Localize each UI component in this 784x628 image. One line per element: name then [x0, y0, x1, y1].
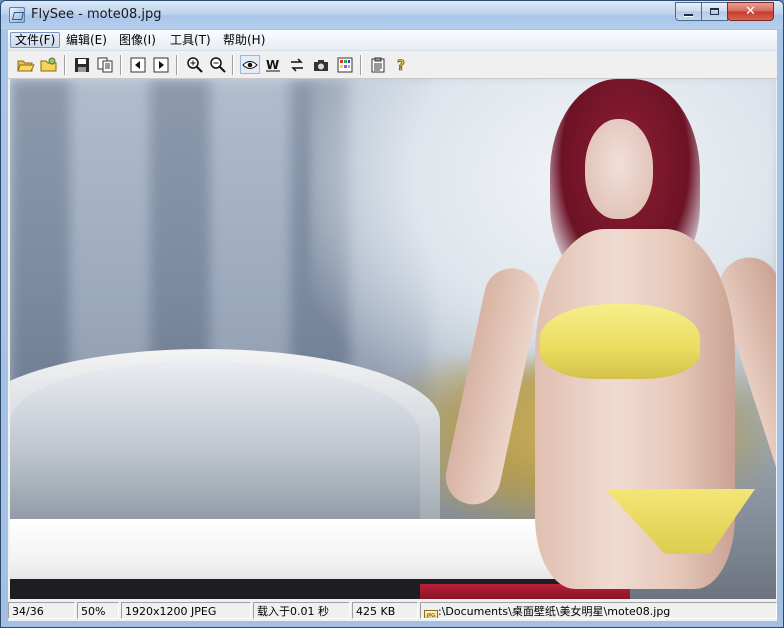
save-icon[interactable]	[72, 55, 92, 74]
palette-icon[interactable]	[335, 55, 355, 74]
open-folder-icon[interactable]	[16, 55, 36, 74]
minimize-icon	[684, 14, 693, 16]
toolbar-separator	[64, 55, 66, 75]
toolbar-separator	[176, 55, 178, 75]
app-window: FlySee - mote08.jpg ✕ 文件(F) 编辑(E) 图像(I) …	[0, 0, 784, 628]
previous-icon[interactable]	[128, 55, 148, 74]
toolbar-separator	[232, 55, 234, 75]
status-file-size: 425 KB	[352, 602, 418, 619]
minimize-button[interactable]	[675, 2, 702, 21]
toolbar-separator	[360, 55, 362, 75]
menu-image[interactable]: 图像(I)	[115, 32, 160, 48]
status-zoom: 50%	[77, 602, 119, 619]
zoom-out-icon[interactable]	[207, 55, 227, 74]
title-bar[interactable]: FlySee - mote08.jpg ✕	[1, 1, 783, 29]
maximize-button[interactable]	[701, 2, 728, 21]
status-file-path: JPG:\Documents\桌面壁纸\美女明星\mote08.jpg	[420, 602, 777, 619]
menu-help[interactable]: 帮助(H)	[219, 32, 269, 48]
photo-car-window	[10, 361, 420, 521]
zoom-in-icon[interactable]	[184, 55, 204, 74]
browse-folder-icon[interactable]	[39, 55, 59, 74]
svg-text:W: W	[266, 58, 279, 72]
jpg-file-icon: JPG	[424, 610, 438, 618]
status-image-index: 34/36	[8, 602, 75, 619]
status-path-text: :\Documents\桌面壁纸\美女明星\mote08.jpg	[438, 605, 671, 618]
client-area: 文件(F) 编辑(E) 图像(I) 工具(T) 帮助(H) W ? 34/36 …	[8, 30, 777, 621]
status-load-time: 载入于0.01 秒	[253, 602, 350, 619]
view-eye-icon[interactable]	[240, 55, 260, 74]
svg-text:?: ?	[397, 58, 405, 73]
next-icon[interactable]	[151, 55, 171, 74]
menu-tools[interactable]: 工具(T)	[166, 32, 215, 48]
image-viewport[interactable]	[10, 79, 776, 599]
copy-icon[interactable]	[95, 55, 115, 74]
maximize-icon	[710, 8, 719, 15]
menu-edit[interactable]: 编辑(E)	[62, 32, 111, 48]
photo-model-bikini-top	[540, 304, 700, 379]
wallpaper-icon[interactable]: W	[263, 55, 283, 74]
menu-bar: 文件(F) 编辑(E) 图像(I) 工具(T) 帮助(H)	[8, 30, 777, 51]
properties-icon[interactable]	[368, 55, 388, 74]
window-title: FlySee - mote08.jpg	[31, 7, 162, 22]
close-button[interactable]: ✕	[727, 2, 774, 21]
rotate-icon[interactable]	[287, 55, 307, 74]
status-dimensions: 1920x1200 JPEG	[121, 602, 251, 619]
close-icon: ✕	[745, 4, 756, 19]
flysee-app-icon[interactable]	[9, 7, 25, 23]
status-bar: 34/36 50% 1920x1200 JPEG 载入于0.01 秒 425 K…	[8, 600, 777, 621]
photo-model-face	[585, 119, 653, 219]
help-icon[interactable]: ?	[392, 55, 412, 74]
toolbar: W ?	[8, 51, 777, 79]
toolbar-separator	[120, 55, 122, 75]
camera-icon[interactable]	[311, 55, 331, 74]
menu-file[interactable]: 文件(F)	[10, 32, 61, 48]
